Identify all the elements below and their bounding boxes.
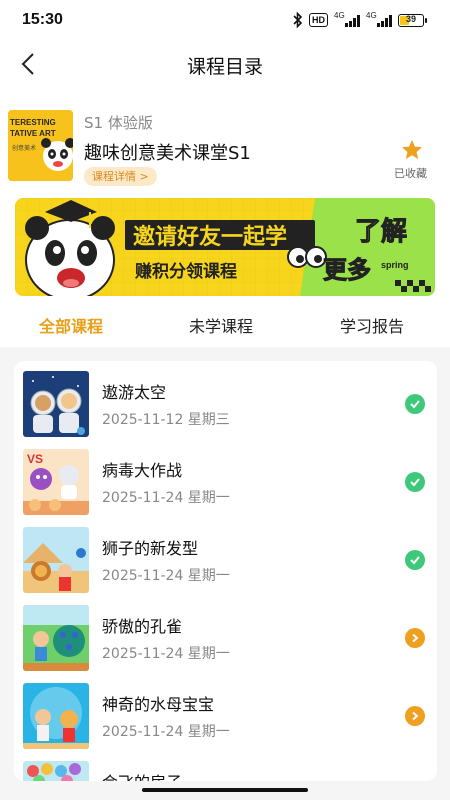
- svg-text:创意美术: 创意美术: [12, 144, 36, 152]
- invite-friends-banner[interactable]: 邀请好友一起学 赚积分领课程 了解 更多 spring: [15, 198, 435, 296]
- list-item[interactable]: 神奇的水母宝宝 2025-11-24 星期一: [14, 677, 437, 755]
- lesson-thumbnail-flying-house: [23, 761, 89, 781]
- signal-icon-2: 4G: [366, 11, 392, 27]
- lesson-thumbnail-virus: VS: [23, 449, 89, 515]
- list-item[interactable]: 骄傲的孔雀 2025-11-24 星期一: [14, 599, 437, 677]
- lesson-thumbnail-peacock: [23, 605, 89, 671]
- status-icons: HD 4G 4G 39: [293, 11, 427, 28]
- list-item[interactable]: 遨游太空 2025-11-12 星期三: [14, 365, 437, 443]
- svg-text:spring: spring: [381, 260, 409, 270]
- svg-text:邀请好友一起学: 邀请好友一起学: [133, 224, 287, 250]
- arrow-right-icon[interactable]: [405, 706, 425, 726]
- lesson-title: 骄傲的孔雀: [102, 617, 183, 636]
- status-time: 15:30: [22, 11, 63, 28]
- svg-text:TERESTING: TERESTING: [10, 118, 56, 127]
- svg-text:更多: 更多: [323, 256, 371, 284]
- hd-badge: HD: [309, 13, 328, 27]
- lesson-date: 2025-11-24 星期一: [102, 646, 230, 662]
- completed-check-icon: [405, 472, 425, 492]
- lesson-thumbnail-lion: [23, 527, 89, 593]
- svg-text:VS: VS: [27, 452, 43, 466]
- list-item[interactable]: VS 病毒大作战 2025-11-24 星期一: [14, 443, 437, 521]
- status-bar: 15:30 HD 4G 4G 39: [0, 0, 450, 40]
- lesson-date: 2025-11-24 星期一: [102, 490, 230, 506]
- arrow-right-icon[interactable]: [405, 628, 425, 648]
- lesson-date: 2025-11-12 星期三: [102, 412, 230, 428]
- lesson-thumbnail-space: [23, 371, 89, 437]
- svg-text:了解: 了解: [355, 217, 407, 247]
- list-item[interactable]: 会飞的房子: [14, 755, 437, 781]
- course-cover-image: TERESTING TATIVE ART 创意美术: [8, 110, 73, 181]
- lesson-title: 狮子的新发型: [102, 539, 199, 558]
- page-title: 课程目录: [186, 56, 263, 78]
- svg-text:赚积分领课程: 赚积分领课程: [134, 261, 237, 282]
- tab-all-courses[interactable]: 全部课程: [39, 313, 103, 337]
- tab-learning-report[interactable]: 学习报告: [340, 313, 404, 337]
- lesson-date: 2025-11-24 星期一: [102, 568, 230, 584]
- completed-check-icon: [405, 394, 425, 414]
- home-indicator[interactable]: [142, 788, 308, 792]
- star-icon[interactable]: [400, 138, 424, 162]
- bluetooth-icon: [293, 12, 303, 28]
- battery-icon: 39: [398, 13, 427, 27]
- lesson-title: 会飞的房子: [102, 769, 182, 781]
- course-detail-button[interactable]: 课程详情 >: [84, 167, 157, 186]
- lesson-title: 病毒大作战: [102, 461, 183, 480]
- signal-icon: 4G: [334, 11, 360, 27]
- course-title: 趣味创意美术课堂S1: [84, 143, 251, 164]
- svg-text:TATIVE ART: TATIVE ART: [10, 129, 56, 138]
- lesson-date: 2025-11-24 星期一: [102, 724, 230, 740]
- lesson-title: 遨游太空: [102, 383, 167, 402]
- course-version: S1 体验版: [84, 114, 153, 132]
- tab-unlearned-courses[interactable]: 未学课程: [189, 313, 253, 337]
- list-item[interactable]: 狮子的新发型 2025-11-24 星期一: [14, 521, 437, 599]
- lesson-thumbnail-jellyfish: [23, 683, 89, 749]
- lesson-list: 遨游太空 2025-11-12 星期三 VS 病毒大作战 2025-11-24 …: [14, 361, 437, 781]
- favorite-label: 已收藏: [394, 167, 427, 180]
- lesson-title: 神奇的水母宝宝: [102, 695, 215, 714]
- completed-check-icon: [405, 550, 425, 570]
